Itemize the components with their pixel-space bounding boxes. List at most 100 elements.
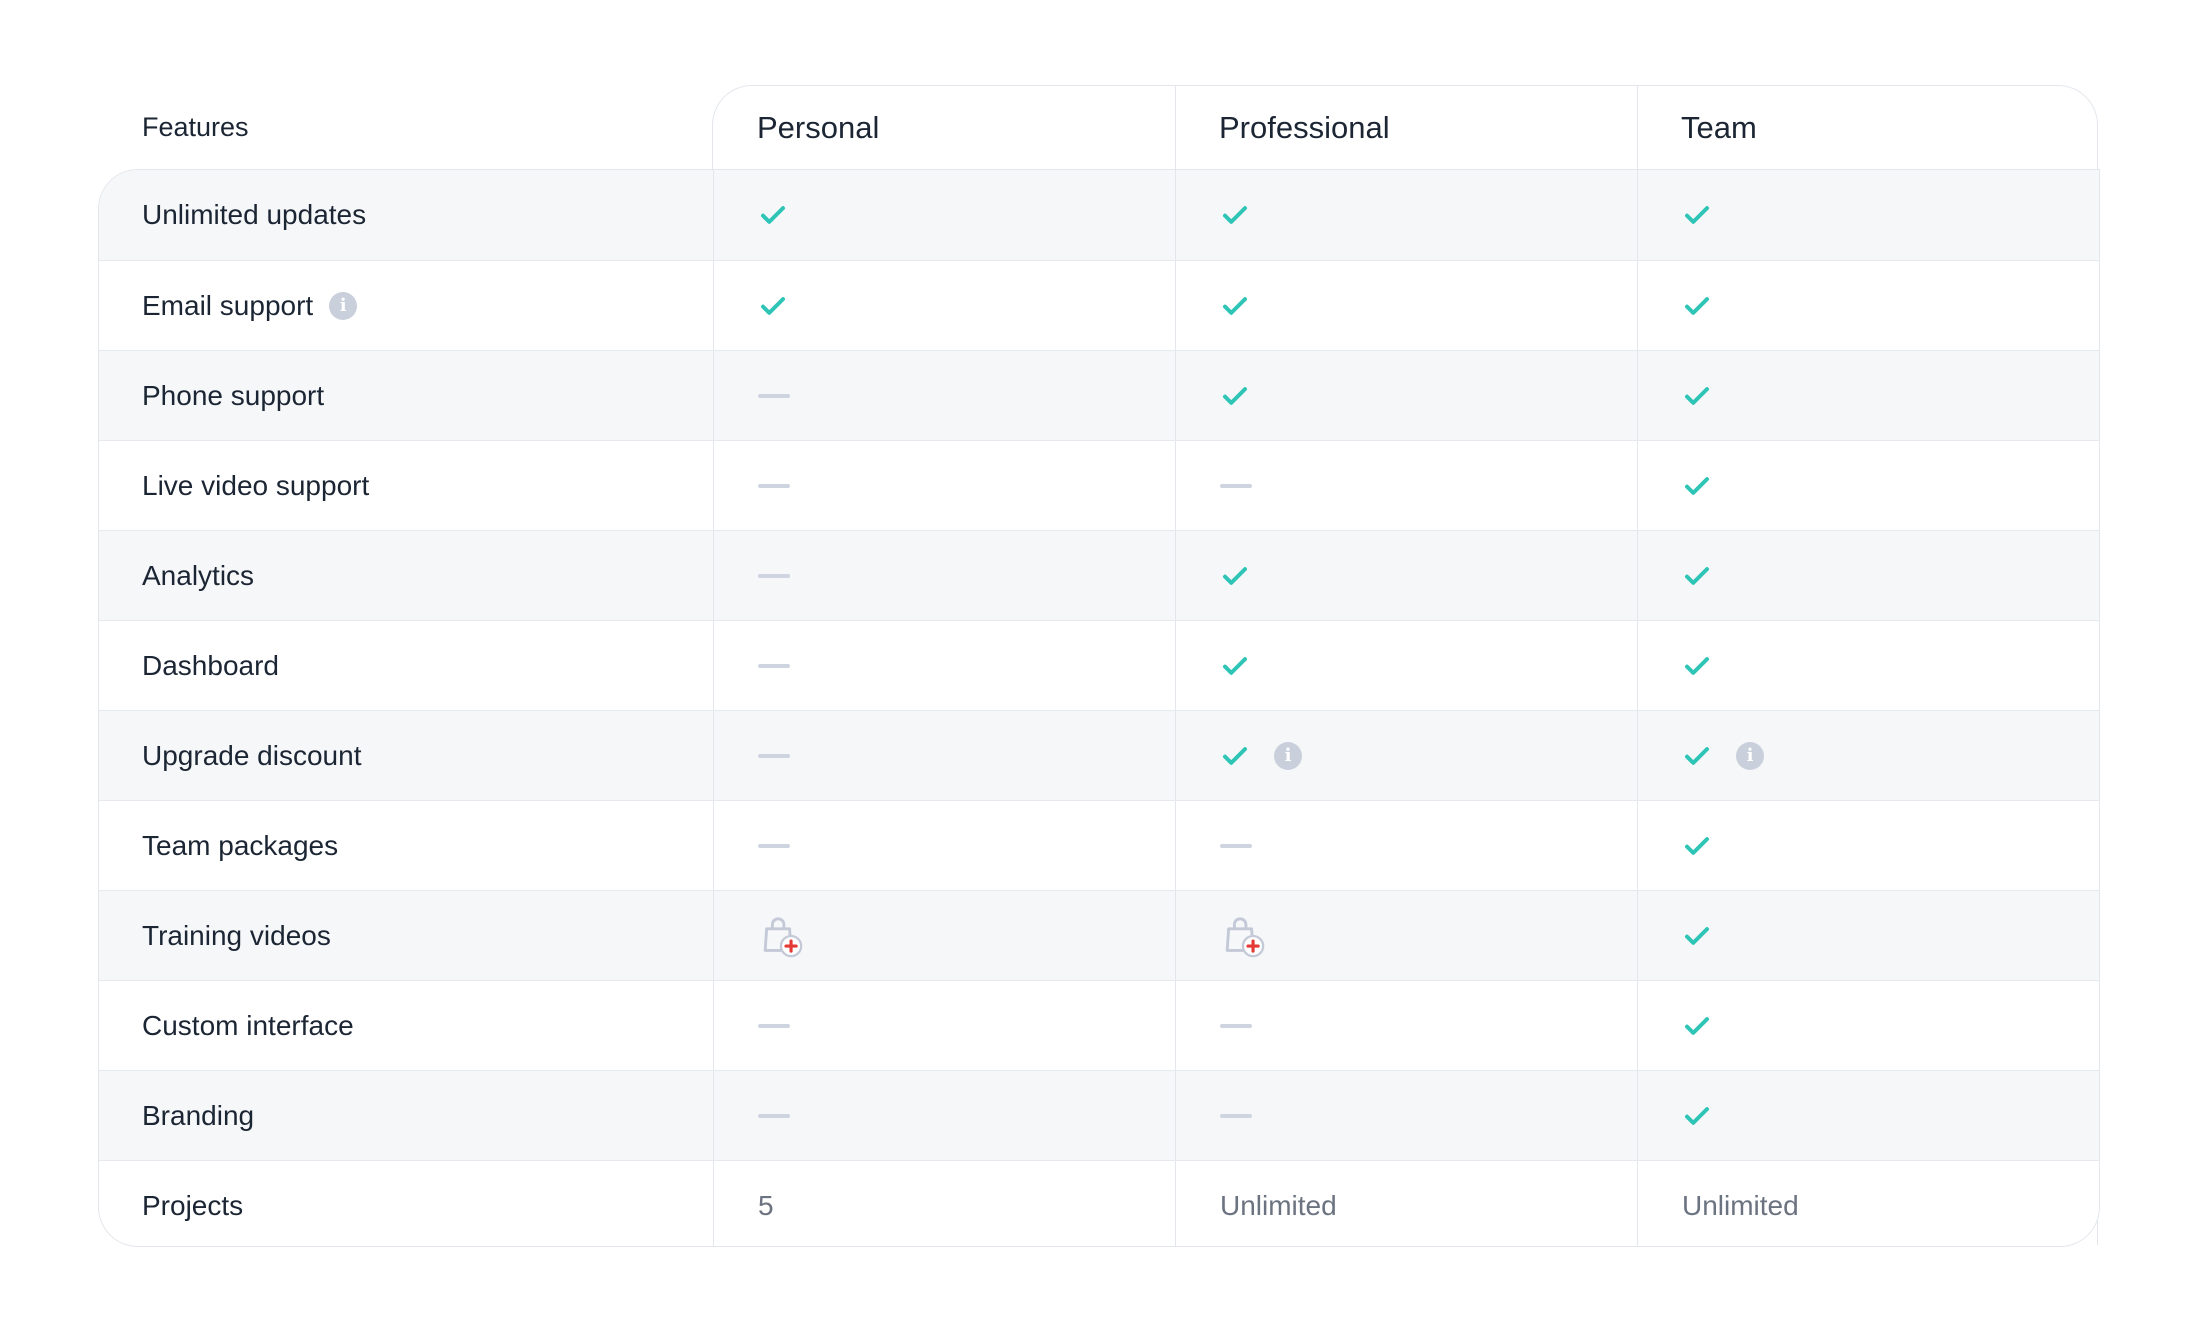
check-icon <box>1682 1101 1712 1131</box>
feature-label: Team packages <box>142 829 339 861</box>
table-row: Live video support <box>99 440 2099 530</box>
plan-cell-professional <box>1175 351 1637 440</box>
info-icon[interactable]: i <box>1274 741 1302 770</box>
plan-cell-professional <box>1175 170 1637 260</box>
check-icon <box>1682 200 1712 230</box>
plan-cell-personal <box>713 1071 1175 1160</box>
check-icon <box>1682 921 1712 951</box>
plan-cell-team: Unlimited <box>1637 1161 2099 1246</box>
plan-cell-team: i <box>1637 711 2099 800</box>
plan-cell-professional <box>1175 891 1637 980</box>
check-icon <box>1220 561 1250 591</box>
plan-cell-professional <box>1175 981 1637 1070</box>
plan-cell-personal <box>713 531 1175 620</box>
feature-label: Projects <box>142 1189 244 1221</box>
plan-cell-team <box>1637 1071 2099 1160</box>
table-row: Unlimited updates <box>99 170 2099 260</box>
feature-cell: Dashboard <box>99 621 713 710</box>
feature-label: Training videos <box>142 919 331 951</box>
plan-cell-personal <box>713 621 1175 710</box>
features-column-title: Features <box>142 112 249 142</box>
feature-cell: Projects <box>99 1161 713 1246</box>
feature-label: Upgrade discount <box>142 739 362 771</box>
feature-label: Custom interface <box>142 1009 354 1041</box>
column-divider <box>1175 86 1176 170</box>
plan-cell-team <box>1637 170 2099 260</box>
info-icon[interactable]: i <box>1736 741 1764 770</box>
plan-cell-personal <box>713 170 1175 260</box>
check-icon <box>1682 741 1712 771</box>
table-row: Upgrade discount i i <box>99 710 2099 800</box>
column-divider <box>1637 86 1638 170</box>
plan-cell-personal <box>713 351 1175 440</box>
dash-icon <box>1220 1113 1252 1118</box>
feature-label: Email support <box>142 289 314 321</box>
plan-cell-professional <box>1175 801 1637 890</box>
dash-icon <box>1220 843 1252 848</box>
feature-cell: Team packages <box>99 801 713 890</box>
dash-icon <box>758 573 790 578</box>
table-row: Training videos <box>99 890 2099 980</box>
table-row: Email support i <box>99 260 2099 350</box>
plan-cell-personal <box>713 801 1175 890</box>
cell-value: Unlimited <box>1220 1189 1337 1221</box>
check-icon <box>1682 651 1712 681</box>
plan-cell-team <box>1637 981 2099 1070</box>
feature-label: Branding <box>142 1099 255 1131</box>
dash-icon <box>758 1113 790 1118</box>
info-icon[interactable]: i <box>329 291 358 320</box>
table-row: Analytics <box>99 530 2099 620</box>
check-icon <box>1682 471 1712 501</box>
plan-cell-personal <box>713 441 1175 530</box>
plan-cell-team <box>1637 261 2099 350</box>
plan-cell-professional <box>1175 261 1637 350</box>
table-row: Dashboard <box>99 620 2099 710</box>
check-icon <box>1682 1011 1712 1041</box>
bag-add-icon[interactable] <box>758 913 804 959</box>
dash-icon <box>758 1023 790 1028</box>
check-icon <box>1220 651 1250 681</box>
feature-cell: Branding <box>99 1071 713 1160</box>
dash-icon <box>1220 483 1252 488</box>
check-icon <box>1682 381 1712 411</box>
feature-label: Analytics <box>142 559 255 591</box>
feature-label: Unlimited updates <box>142 199 367 230</box>
check-icon <box>1220 381 1250 411</box>
plan-cell-personal <box>713 711 1175 800</box>
plan-cell-team <box>1637 351 2099 440</box>
feature-cell: Email support i <box>99 261 713 350</box>
dash-icon <box>758 663 790 668</box>
feature-cell: Custom interface <box>99 981 713 1070</box>
plan-title-professional: Professional <box>1219 110 1390 145</box>
check-icon <box>1682 291 1712 321</box>
feature-cell: Live video support <box>99 441 713 530</box>
plan-cell-professional <box>1175 621 1637 710</box>
feature-label: Dashboard <box>142 649 279 681</box>
plan-cell-team <box>1637 891 2099 980</box>
plan-cell-professional <box>1175 1071 1637 1160</box>
check-icon <box>1220 200 1250 230</box>
dash-icon <box>758 483 790 488</box>
check-icon <box>758 291 788 321</box>
plan-cell-professional: i <box>1175 711 1637 800</box>
plan-title-personal: Personal <box>757 110 880 145</box>
table-row: Projects 5 Unlimited Unlimited <box>99 1160 2099 1246</box>
check-icon <box>1220 291 1250 321</box>
plan-cell-professional: Unlimited <box>1175 1161 1637 1246</box>
feature-cell: Unlimited updates <box>99 170 713 260</box>
cell-value: 5 <box>758 1189 774 1221</box>
check-icon <box>1682 831 1712 861</box>
table-row: Phone support <box>99 350 2099 440</box>
plan-title-team: Team <box>1681 110 1757 145</box>
cell-value: Unlimited <box>1682 1189 1799 1221</box>
plan-cell-team <box>1637 621 2099 710</box>
comparison-table-body: Unlimited updates Email support i Phone sup… <box>98 169 2100 1247</box>
check-icon <box>1682 561 1712 591</box>
plan-cell-personal: 5 <box>713 1161 1175 1246</box>
bag-add-icon[interactable] <box>1220 913 1266 959</box>
feature-label: Phone support <box>142 379 325 411</box>
dash-icon <box>758 753 790 758</box>
dash-icon <box>758 393 790 398</box>
table-row: Branding <box>99 1070 2099 1160</box>
feature-cell: Training videos <box>99 891 713 980</box>
